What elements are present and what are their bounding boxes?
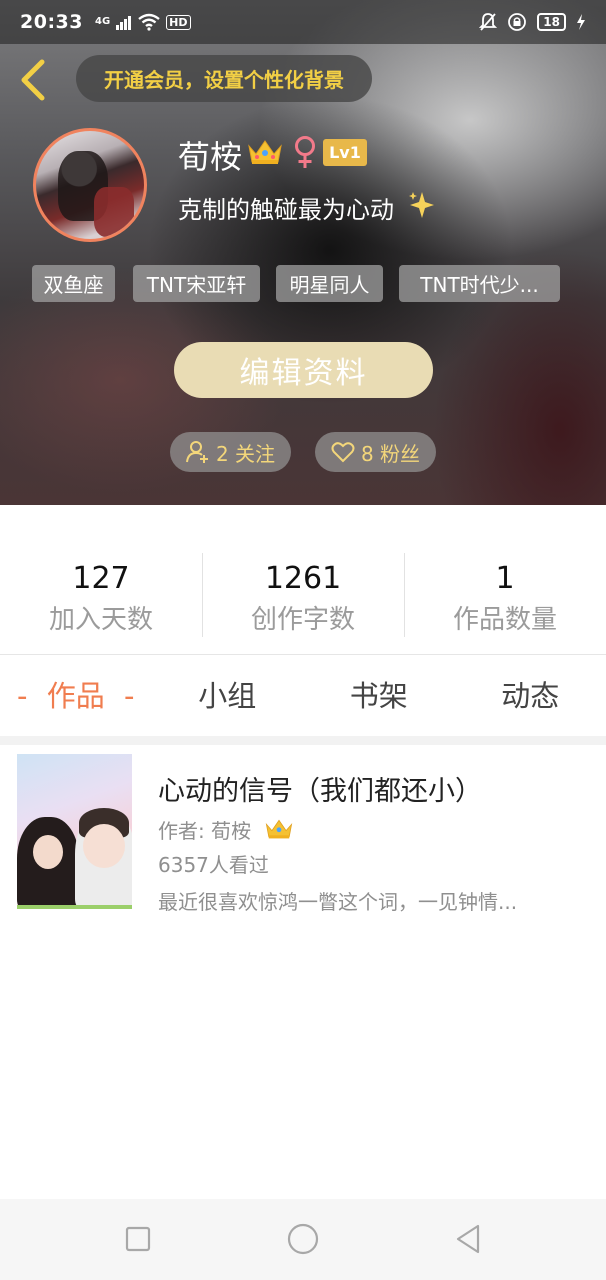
stat-label: 加入天数 xyxy=(48,605,153,635)
heart-icon xyxy=(331,442,355,463)
profile-tabs: - 作品 - 小组 书架 动态 xyxy=(0,656,606,736)
work-author: 作者: 荀桉 xyxy=(158,819,252,843)
tab-bookshelf[interactable]: 书架 xyxy=(303,656,455,736)
battery-indicator: 18 xyxy=(537,13,566,31)
stat-label: 创作字数 xyxy=(250,605,355,635)
status-icons-left: 4G HD xyxy=(87,13,191,31)
cover-figure-face xyxy=(33,835,63,869)
square-icon xyxy=(125,1226,151,1252)
work-description: 最近很喜欢惊鸿一瞥这个词，一见钟情... xyxy=(158,890,518,914)
tag-item[interactable]: 双鱼座 xyxy=(32,265,115,302)
avatar[interactable] xyxy=(33,128,147,242)
stat-value: 1261 xyxy=(264,561,342,596)
vip-background-banner[interactable]: 开通会员，设置个性化背景 xyxy=(76,55,372,102)
tab-groups[interactable]: 小组 xyxy=(152,656,304,736)
tab-active-marker-left: - xyxy=(17,679,28,713)
crown-icon xyxy=(265,819,293,839)
following-count: 2 关注 xyxy=(215,441,276,466)
avatar-figure-accent xyxy=(94,187,134,237)
status-icons-right: 18 xyxy=(479,12,586,32)
tab-label: 作品 xyxy=(46,679,105,713)
stat-join-days: 127 加入天数 xyxy=(0,553,202,637)
wifi-icon xyxy=(138,13,160,31)
username: 荀桉 xyxy=(178,138,243,176)
recents-button[interactable] xyxy=(120,1221,156,1257)
work-cover-image[interactable] xyxy=(17,754,132,909)
tab-active-marker-right: - xyxy=(123,679,135,713)
female-icon xyxy=(295,136,315,168)
stat-value: 127 xyxy=(72,561,130,596)
tab-works[interactable]: - 作品 - xyxy=(0,656,152,736)
sparkle-icon xyxy=(409,192,434,218)
home-button[interactable] xyxy=(285,1221,321,1257)
tag-item[interactable]: TNT宋亚轩 xyxy=(133,265,260,302)
tag-item[interactable]: TNT时代少... xyxy=(399,265,560,302)
circle-icon xyxy=(287,1223,319,1255)
tag-item[interactable]: 明星同人 xyxy=(276,265,383,302)
chevron-left-icon xyxy=(21,59,45,101)
work-card[interactable]: 心动的信号（我们都还小） 作者: 荀桉 6357人看过 最近很喜欢惊鸿一瞥这个词… xyxy=(8,745,598,922)
list-background xyxy=(0,736,606,745)
level-badge: Lv1 xyxy=(323,139,367,166)
stats-row: 127 加入天数 1261 创作字数 1 作品数量 xyxy=(0,553,606,637)
system-nav-bar xyxy=(0,1199,606,1280)
signal-icon xyxy=(116,16,132,30)
stat-value: 1 xyxy=(495,561,515,596)
status-bar: 20:33 4G HD 18 xyxy=(0,0,606,44)
profile-header: 20:33 4G HD 18 开通会员，设置个性化背景 荀桉 Lv1 克制的触碰… xyxy=(0,0,606,505)
work-title[interactable]: 心动的信号（我们都还小） xyxy=(158,769,482,808)
back-nav-button[interactable] xyxy=(450,1221,486,1257)
hd-label: HD xyxy=(166,14,191,30)
crown-icon xyxy=(248,140,282,164)
edit-profile-button[interactable]: 编辑资料 xyxy=(174,342,433,398)
back-button[interactable] xyxy=(16,58,50,102)
status-time: 20:33 xyxy=(20,11,83,33)
stat-label: 作品数量 xyxy=(452,605,557,635)
divider xyxy=(0,654,606,655)
following-button[interactable]: 2 关注 xyxy=(170,432,291,472)
profile-bio: 克制的触碰最为心动 xyxy=(178,196,394,224)
cover-strip xyxy=(17,905,132,909)
work-views: 6357人看过 xyxy=(158,853,269,877)
tab-activity[interactable]: 动态 xyxy=(455,656,606,736)
cover-figure-face xyxy=(83,824,125,868)
network-type: 4G xyxy=(94,16,111,27)
charging-icon xyxy=(577,14,585,30)
fans-count: 8 粉丝 xyxy=(360,441,421,466)
fans-button[interactable]: 8 粉丝 xyxy=(315,432,436,472)
lock-rotation-icon xyxy=(508,13,527,31)
stat-word-count: 1261 创作字数 xyxy=(202,553,404,637)
bell-mute-icon xyxy=(479,13,498,31)
person-plus-icon xyxy=(185,441,208,463)
stat-works-count: 1 作品数量 xyxy=(404,553,606,637)
triangle-back-icon xyxy=(456,1224,480,1254)
